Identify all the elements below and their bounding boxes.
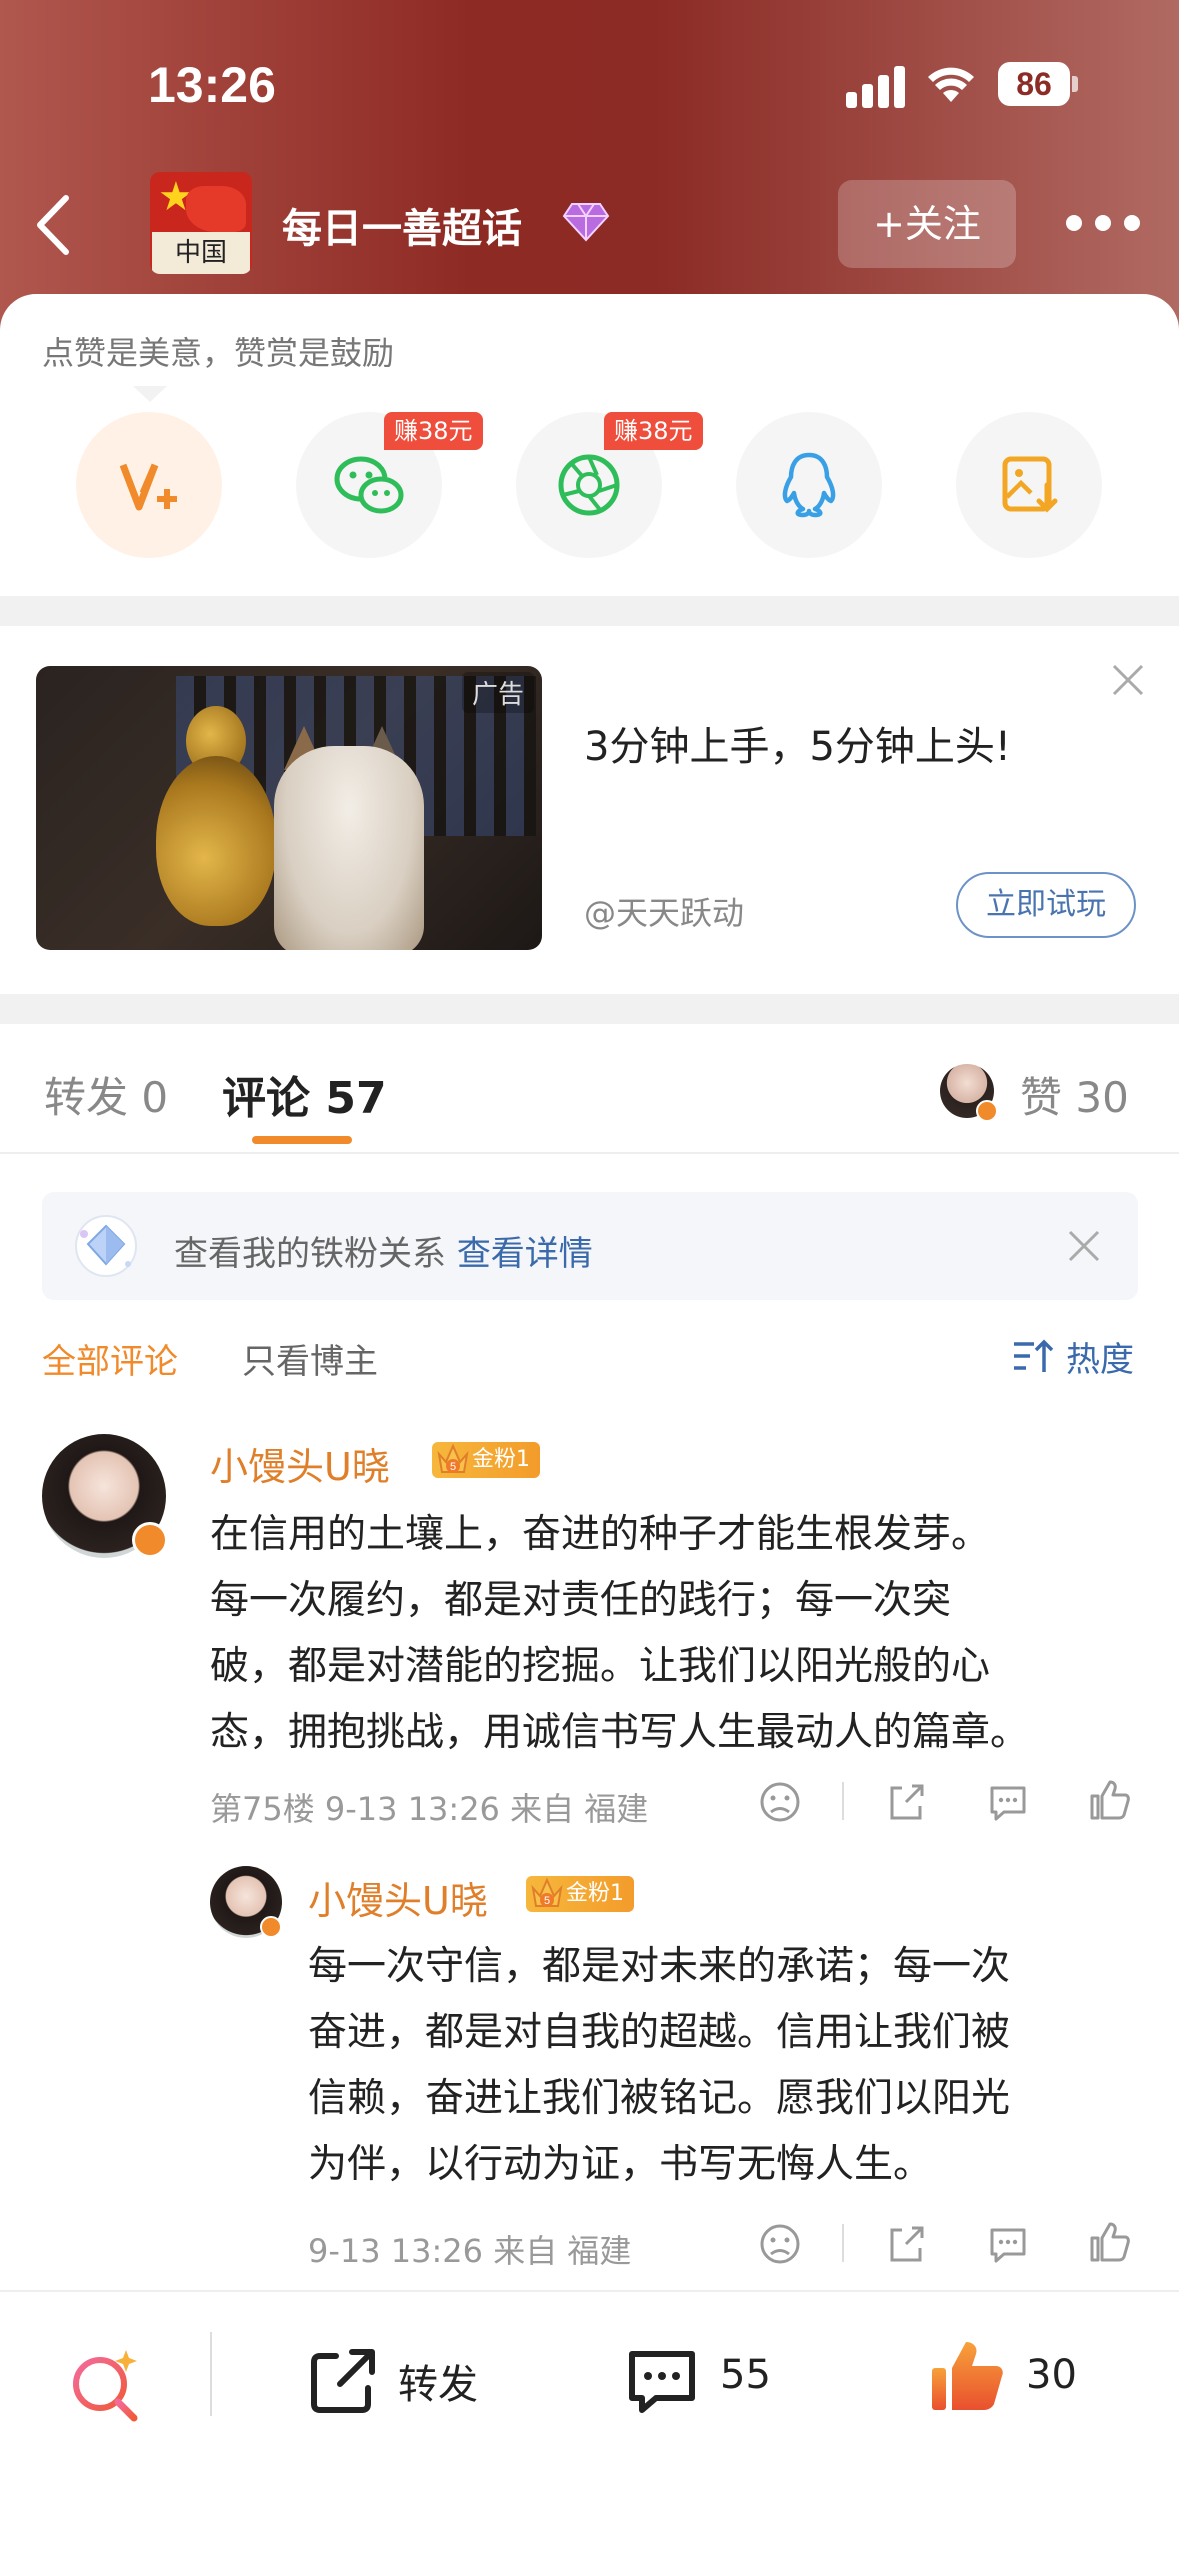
topic-avatar[interactable]: ★ 中国 <box>150 172 252 274</box>
liker-avatar[interactable] <box>940 1064 998 1122</box>
like-filled-icon[interactable] <box>926 2334 1010 2418</box>
topic-avatar-text: 中国 <box>152 232 250 274</box>
topic-header: 13:26 86 ★ 中国 每日一善超话 +关注 <box>0 0 1179 330</box>
tab-repost[interactable]: 转发 0 <box>44 1064 168 1125</box>
save-image-icon <box>1002 456 1058 513</box>
fan-diamond-icon <box>75 1215 137 1277</box>
share-tip: 点赞是美意，赞赏是鼓励 <box>42 334 395 372</box>
share-icon[interactable] <box>884 1780 928 1824</box>
like-icon[interactable] <box>1088 2220 1132 2264</box>
cellular-signal-icon <box>846 64 908 108</box>
ad-source[interactable]: @天天跃动 <box>584 888 744 934</box>
reply-icon[interactable] <box>986 2222 1030 2266</box>
like-count[interactable]: 30 <box>1026 2352 1077 2398</box>
commenter-name[interactable]: 小馒头U晓 <box>308 1870 488 1925</box>
fan-banner-link[interactable]: 查看详情 <box>457 1234 593 1274</box>
repost-label[interactable]: 转发 <box>398 2352 478 2410</box>
sort-by-hot[interactable]: 热度 <box>1066 1332 1134 1381</box>
battery-icon: 86 <box>998 62 1078 106</box>
gem-icon <box>562 203 610 242</box>
dislike-face-icon[interactable] <box>758 2222 802 2266</box>
tab-repost-label: 转发 <box>44 1073 129 1122</box>
filter-all-comments[interactable]: 全部评论 <box>42 1334 178 1383</box>
comment-meta: 第75楼 9-13 13:26 来自 福建 <box>210 1790 649 1828</box>
fan-level-label: 金粉1 <box>566 1881 624 1906</box>
vplus-share-button[interactable] <box>76 412 222 558</box>
close-icon[interactable] <box>1064 1226 1104 1266</box>
fan-relationship-banner[interactable]: 查看我的铁粉关系 查看详情 <box>42 1192 1138 1300</box>
comment-text[interactable]: 每一次守信，都是对未来的承诺；每一次 奋进，都是对自我的超越。信用让我们被 信赖… <box>308 1934 1010 2198</box>
topic-title[interactable]: 每日一善超话 <box>282 196 522 254</box>
fan-banner-text: 查看我的铁粉关系 <box>174 1234 446 1274</box>
wechat-icon <box>334 456 404 514</box>
status-time: 13:26 <box>148 57 276 113</box>
ai-search-icon[interactable] <box>66 2344 146 2424</box>
comment-tabs: 转发 0 评论 57 赞 30 <box>0 1024 1179 1154</box>
vplus-icon <box>119 463 177 511</box>
save-image-button[interactable] <box>956 412 1102 558</box>
crown-icon: 5 <box>531 1877 563 1907</box>
filter-owner-only[interactable]: 只看博主 <box>242 1334 378 1383</box>
svg-text:5: 5 <box>544 1895 550 1907</box>
like-icon[interactable] <box>1088 1778 1132 1822</box>
comment-count[interactable]: 55 <box>720 2352 771 2398</box>
tip-caret <box>133 386 167 402</box>
comment-line: 为伴，以行动为证，书写无悔人生。 <box>308 2142 933 2187</box>
dislike-face-icon[interactable] <box>758 1780 802 1824</box>
fan-level-label: 金粉1 <box>472 1447 530 1472</box>
reply-icon[interactable] <box>986 1780 1030 1824</box>
section-divider <box>0 994 1179 1024</box>
svg-text:5: 5 <box>450 1461 456 1473</box>
verified-badge <box>132 1522 168 1558</box>
close-icon[interactable] <box>1108 660 1148 700</box>
tab-comments-count: 57 <box>325 1073 387 1124</box>
comment-icon[interactable] <box>624 2344 700 2420</box>
back-icon[interactable] <box>28 190 78 260</box>
tab-comments-label: 评论 <box>222 1073 310 1124</box>
section-divider <box>0 596 1179 626</box>
bottom-action-bar: 转发 55 30 <box>0 2290 1179 2556</box>
comment-line: 每一次履约，都是对责任的践行；每一次突 <box>210 1578 952 1623</box>
verified-badge <box>260 1916 282 1938</box>
qq-icon <box>782 452 836 518</box>
comment-line: 在信用的土壤上，奋进的种子才能生根发芽。 <box>210 1512 991 1557</box>
commenter-name[interactable]: 小馒头U晓 <box>210 1436 390 1491</box>
comment-line: 每一次守信，都是对未来的承诺；每一次 <box>308 1944 1011 1989</box>
ad-image[interactable]: 广告 <box>36 666 542 950</box>
crown-icon: 5 <box>437 1443 469 1473</box>
active-tab-indicator <box>252 1136 352 1144</box>
qq-share-button[interactable] <box>736 412 882 558</box>
comment-line: 信赖，奋进让我们被铭记。愿我们以阳光 <box>308 2076 1011 2121</box>
comment-line: 态，拥抱挑战，用诚信书写人生最动人的篇章。 <box>210 1710 1030 1755</box>
ad-cta-button[interactable]: 立即试玩 <box>956 872 1136 938</box>
tab-repost-count: 0 <box>141 1073 169 1122</box>
moments-icon <box>558 454 620 516</box>
ad-label: 广告 <box>461 672 534 713</box>
fan-level-badge[interactable]: 5 金粉1 <box>432 1442 540 1478</box>
repost-icon[interactable] <box>306 2344 380 2418</box>
ad-headline[interactable]: 3分钟上手，5分钟上头! <box>584 714 1011 772</box>
wifi-icon <box>928 67 974 102</box>
fan-level-badge[interactable]: 5 金粉1 <box>526 1876 634 1912</box>
tab-likes-count: 30 <box>1075 1073 1129 1122</box>
comment-line: 奋进，都是对自我的超越。信用让我们被 <box>308 2010 1011 2055</box>
moments-earn-badge: 赚38元 <box>604 412 703 450</box>
comment-line: 破，都是对潜能的挖掘。让我们以阳光般的心 <box>210 1644 991 1689</box>
tab-likes[interactable]: 赞 30 <box>1020 1064 1129 1125</box>
ad-card[interactable]: 广告 3分钟上手，5分钟上头! @天天跃动 立即试玩 <box>0 626 1179 994</box>
sort-icon[interactable] <box>1012 1336 1054 1376</box>
comment-text[interactable]: 在信用的土壤上，奋进的种子才能生根发芽。 每一次履约，都是对责任的践行；每一次突… <box>210 1502 1029 1766</box>
follow-button[interactable]: +关注 <box>838 180 1016 268</box>
more-icon[interactable] <box>1066 208 1140 238</box>
comment-meta: 9-13 13:26 来自 福建 <box>308 2232 632 2270</box>
wechat-earn-badge: 赚38元 <box>384 412 483 450</box>
battery-level: 86 <box>998 62 1070 106</box>
share-icon[interactable] <box>884 2222 928 2266</box>
tab-comments[interactable]: 评论 57 <box>222 1062 387 1126</box>
tab-likes-label: 赞 <box>1020 1073 1063 1122</box>
share-panel: 点赞是美意，赞赏是鼓励 赚38元 赚38元 <box>0 294 1179 596</box>
